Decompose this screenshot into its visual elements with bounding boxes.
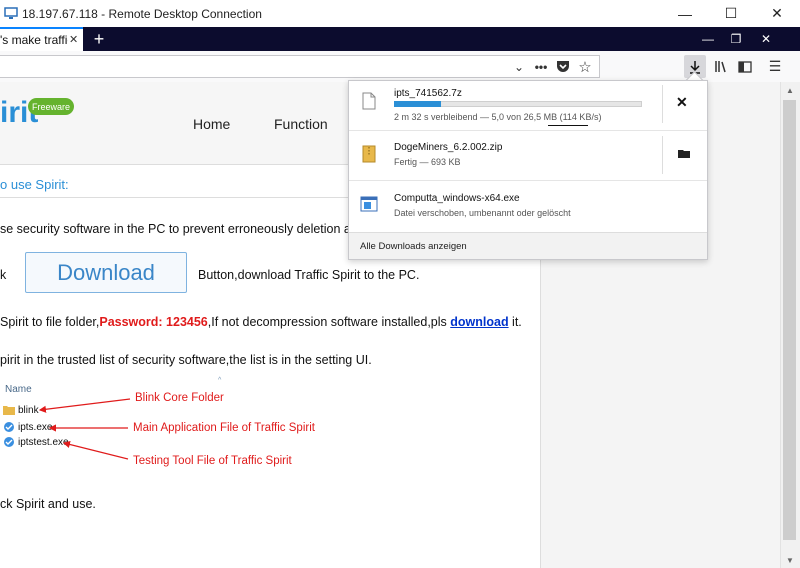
step-3-text: Spirit to file folder,Password: 123456,I…	[0, 315, 522, 329]
download-name-3: Computta_windows-x64.exe	[394, 193, 520, 204]
download-name-2: DogeMiners_6.2.002.zip	[394, 142, 503, 153]
menu-function[interactable]: Function	[274, 116, 328, 132]
step-2-text: Button,download Traffic Spirit to the PC…	[198, 268, 420, 282]
freeware-badge: Freeware	[28, 98, 74, 115]
maximize-button[interactable]: ☐	[708, 0, 754, 27]
exe-file-icon	[360, 196, 378, 212]
zip-icon	[362, 145, 376, 163]
step-4-text: pirit in the trusted list of security so…	[0, 353, 372, 367]
annotation-blink: Blink Core Folder	[135, 392, 224, 404]
menu-icon[interactable]: ☰	[764, 55, 786, 78]
step-3-prefix: Spirit to file folder,	[0, 315, 100, 329]
window-title: 18.197.67.118 - Remote Desktop Connectio…	[22, 7, 262, 21]
download-name-1: ipts_741562.7z	[394, 88, 462, 99]
item-divider	[662, 136, 663, 174]
download-status-2: Fertig — 693 KB	[394, 157, 461, 167]
more-icon[interactable]: •••	[530, 55, 552, 78]
cancel-download-icon[interactable]: ✕	[676, 94, 688, 111]
tab-title: 's make traffic t	[0, 33, 68, 47]
minimize-button[interactable]: —	[662, 0, 708, 27]
close-button[interactable]: ✕	[754, 0, 800, 27]
browser-close-button[interactable]: ✕	[752, 27, 780, 51]
new-tab-button[interactable]: +	[90, 27, 108, 51]
menu-home[interactable]: Home	[193, 116, 230, 132]
download-button[interactable]: Download	[25, 252, 187, 293]
password-text: Password: 123456	[99, 315, 208, 329]
chevron-down-icon[interactable]: ⌄	[508, 55, 530, 78]
download-progress-fill	[394, 101, 442, 107]
step-5-text: ck Spirit and use.	[0, 497, 96, 511]
star-icon[interactable]: ☆	[574, 55, 596, 78]
library-icon[interactable]	[710, 55, 732, 78]
tab-bar	[0, 27, 800, 51]
item-divider	[662, 85, 663, 123]
remote-desktop-icon	[4, 7, 18, 19]
browser-minimize-button[interactable]: —	[694, 27, 722, 51]
open-folder-icon[interactable]	[678, 148, 692, 159]
section-heading: o use Spirit:	[0, 177, 69, 192]
step-1-text: se security software in the PC to preven…	[0, 222, 365, 236]
show-all-downloads-label: Alle Downloads anzeigen	[360, 241, 467, 252]
download-item-3[interactable]	[349, 181, 707, 230]
download-status-3: Datei verschoben, umbenannt oder gelösch…	[394, 208, 571, 218]
annotation-ipts: Main Application File of Traffic Spirit	[133, 422, 315, 434]
annotation-iptstest: Testing Tool File of Traffic Spirit	[133, 455, 292, 467]
file-icon	[362, 92, 376, 110]
tab-close-icon[interactable]: ✕	[69, 30, 81, 48]
sidebar-icon[interactable]	[734, 55, 756, 78]
scroll-down-icon[interactable]: ▼	[780, 552, 800, 568]
step-2-prefix: k	[0, 268, 7, 282]
step-3-suffix: it.	[508, 315, 522, 329]
download-item-2[interactable]	[349, 131, 707, 180]
speed-underline	[548, 125, 588, 126]
pocket-icon[interactable]	[552, 55, 574, 78]
scroll-thumb[interactable]	[783, 100, 796, 540]
step-3-middle: ,If not decompression software installed…	[207, 315, 451, 329]
download-link[interactable]: download	[450, 315, 508, 329]
scroll-up-icon[interactable]: ▲	[780, 82, 800, 98]
download-status-1: 2 m 32 s verbleibend — 5,0 von 26,5 MB (…	[394, 112, 602, 122]
browser-restore-button[interactable]: ❐	[722, 27, 750, 51]
